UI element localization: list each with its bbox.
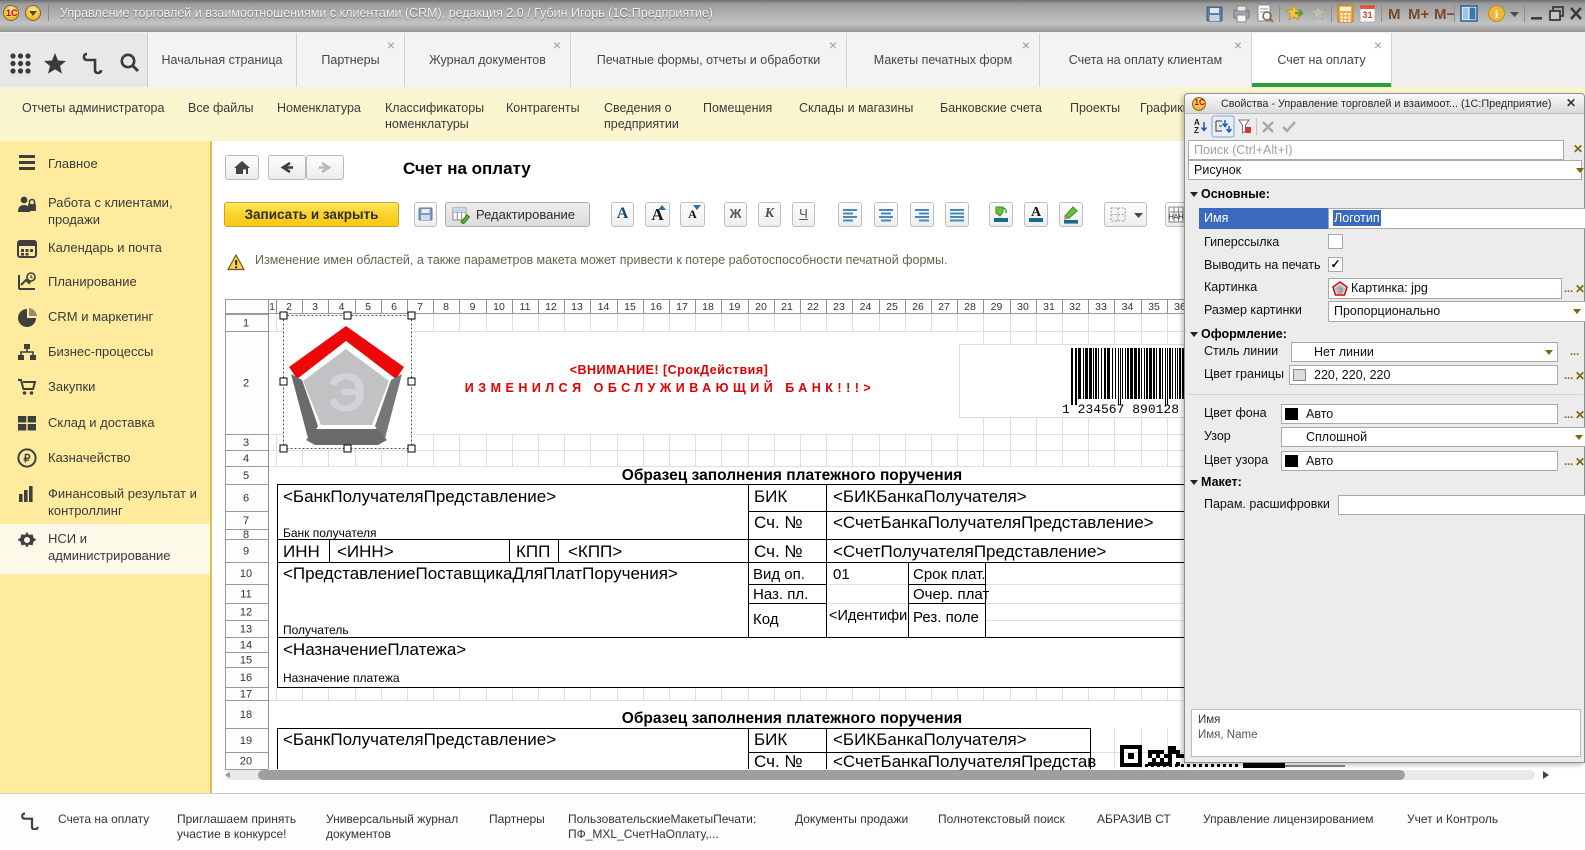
svg-text:Срок плат.: Срок плат. [913,566,986,583]
svg-text:4: 4 [243,453,249,465]
svg-text:15: 15 [240,655,252,667]
svg-text:Сч. №: Сч. № [754,542,803,561]
svg-text:17: 17 [676,301,688,313]
svg-text:Э: Э [1337,288,1342,295]
svg-text:КПП: КПП [516,542,550,561]
svg-text:3: 3 [243,437,249,449]
svg-text:2: 2 [286,301,292,313]
svg-text:12: 12 [545,301,557,313]
svg-text:19: 19 [729,301,741,313]
svg-text:2: 2 [243,378,249,390]
svg-text:10: 10 [493,301,505,313]
svg-text:26: 26 [912,301,924,313]
svg-text:9: 9 [470,301,476,313]
svg-text:22: 22 [807,301,819,313]
svg-text:7: 7 [417,301,423,313]
svg-text:8: 8 [443,301,449,313]
svg-text:<СчетБанкаПолучателяПредставле: <СчетБанкаПолучателяПредставление> [833,513,1154,532]
svg-text:11: 11 [240,589,251,601]
svg-text:19: 19 [240,735,252,747]
svg-text:14: 14 [240,640,252,652]
svg-text:16: 16 [650,301,662,313]
svg-text:<НазначениеПлатежа>: <НазначениеПлатежа> [283,640,466,659]
svg-text:<БанкПолучателяПредставление>: <БанкПолучателяПредставление> [283,730,556,749]
svg-text:Наз. пл.: Наз. пл. [753,586,808,603]
svg-text:34: 34 [1122,301,1134,313]
svg-text:<БИКБанкаПолучателя>: <БИКБанкаПолучателя> [833,730,1027,749]
svg-text:12: 12 [240,607,252,619]
svg-text:<БанкПолучателяПредставление>: <БанкПолучателяПредставление> [283,487,556,506]
svg-text:10: 10 [240,568,252,580]
svg-text:25: 25 [886,301,898,313]
svg-text:1: 1 [269,301,275,313]
svg-text:<ВНИМАНИЕ! [СрокДействия]: <ВНИМАНИЕ! [СрокДействия] [570,363,769,377]
svg-text:35: 35 [1148,301,1160,313]
svg-text:Код: Код [753,611,779,628]
svg-text:17: 17 [240,689,252,701]
svg-text:21: 21 [781,301,793,313]
svg-text:11: 11 [520,301,531,313]
svg-text:Получатель: Получатель [283,623,349,637]
svg-text:16: 16 [240,672,252,684]
svg-text:БИК: БИК [754,730,787,749]
svg-text:13: 13 [240,624,252,636]
svg-text:Очер. плат: Очер. плат [913,586,989,603]
svg-text:18: 18 [702,301,714,313]
svg-text:1: 1 [243,318,249,330]
svg-text:Z: Z [1194,126,1199,135]
svg-text:31: 31 [1362,10,1372,20]
svg-text:5: 5 [365,301,371,313]
svg-text:5: 5 [243,470,249,482]
svg-text:ИНН: ИНН [283,542,320,561]
svg-text:6: 6 [243,493,249,505]
svg-text:6: 6 [391,301,397,313]
svg-text:₽: ₽ [24,453,31,465]
svg-text:8: 8 [243,529,249,541]
svg-text:Образец заполнения платежного: Образец заполнения платежного поручения [622,710,962,727]
svg-text:Банк получателя: Банк получателя [283,526,376,540]
svg-text:30: 30 [1017,301,1029,313]
svg-text:14: 14 [598,301,610,313]
svg-text:31: 31 [1043,301,1055,313]
svg-text:7: 7 [243,515,249,527]
svg-text:Сч. №: Сч. № [754,513,803,532]
svg-text:Рез. поле: Рез. поле [913,609,979,626]
svg-text:<БИКБанкаПолучателя>: <БИКБанкаПолучателя> [833,487,1027,506]
svg-text:18: 18 [240,709,252,721]
svg-text:Вид оп.: Вид оп. [753,566,805,583]
svg-text:20: 20 [240,756,252,768]
svg-text:23: 23 [833,301,845,313]
svg-text:20: 20 [755,301,767,313]
svg-text:9: 9 [243,546,249,558]
svg-text:НАН: НАН [1169,214,1184,221]
svg-text:Сч. №: Сч. № [754,752,803,770]
svg-text:M+: M+ [1408,6,1429,23]
svg-text:ИЗМЕНИЛСЯ ОБСЛУЖИВАЮЩИЙ БА: ИЗМЕНИЛСЯ ОБСЛУЖИВАЮЩИЙ БАНК!!!> [465,380,875,395]
svg-text:24: 24 [860,301,872,313]
svg-text:<ИНН>: <ИНН> [337,542,394,561]
svg-text:Назначение платежа: Назначение платежа [283,671,400,685]
svg-text:28: 28 [964,301,976,313]
svg-text:1 234567 890128: 1 234567 890128 [1062,402,1179,417]
svg-text:3: 3 [312,301,318,313]
svg-text:01: 01 [833,566,850,583]
svg-text:M−: M− [1434,6,1455,23]
svg-text:15: 15 [624,301,636,313]
svg-text:32: 32 [1069,301,1081,313]
svg-text:<КПП>: <КПП> [568,542,622,561]
svg-text:БИК: БИК [754,487,787,506]
svg-text:4: 4 [339,301,345,313]
svg-text:<СчетПолучателяПредставление>: <СчетПолучателяПредставление> [833,542,1106,561]
svg-text:Образец заполнения платежного: Образец заполнения платежного поручения [622,467,962,484]
svg-text:27: 27 [938,301,950,313]
svg-text:33: 33 [1095,301,1107,313]
svg-text:<СчетБанкаПолучателяПредстав: <СчетБанкаПолучателяПредстав [833,752,1096,770]
svg-text:29: 29 [991,301,1003,313]
svg-text:A: A [1031,205,1042,220]
svg-text:M: M [1388,6,1401,23]
svg-text:<ПредставлениеПоставщикаДляПла: <ПредставлениеПоставщикаДляПлатПоручения… [283,564,678,583]
svg-text:Э: Э [328,363,366,423]
svg-text:13: 13 [571,301,583,313]
